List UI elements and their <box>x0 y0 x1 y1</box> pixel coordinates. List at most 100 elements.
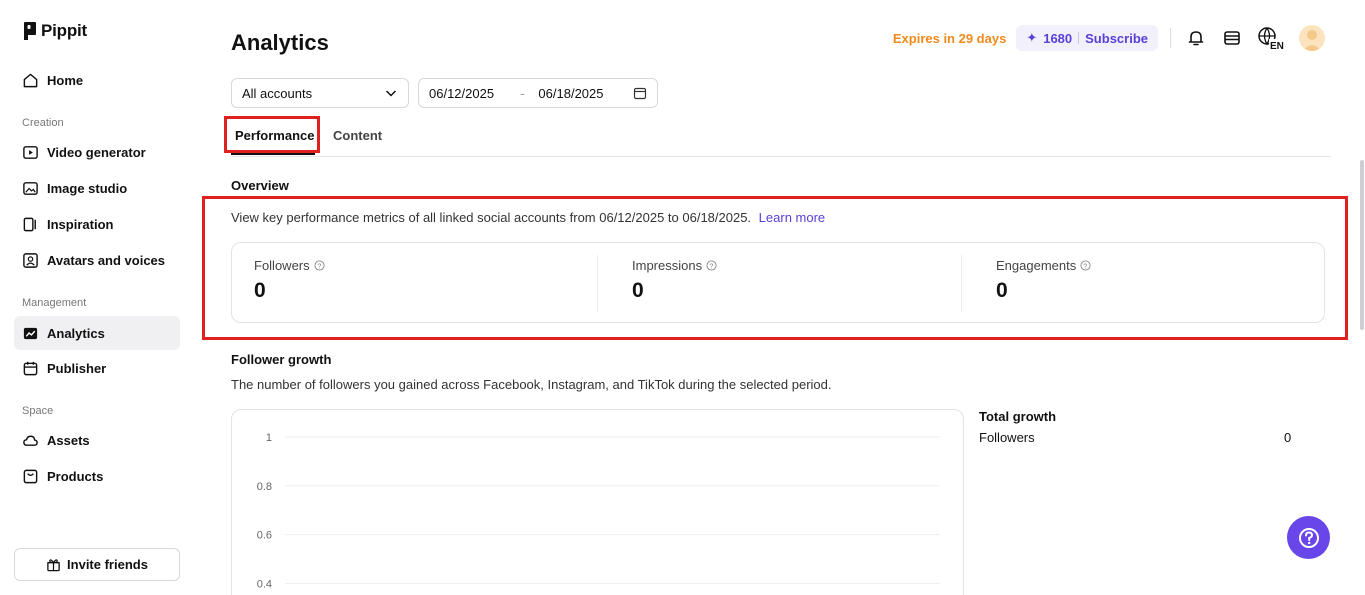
page-title: Analytics <box>231 30 329 55</box>
y-tick-label: 0.4 <box>257 578 272 590</box>
sidebar-item-label: Video generator <box>47 144 146 160</box>
metric-value: 0 <box>632 279 644 302</box>
chevron-down-icon <box>385 90 397 97</box>
sidebar-item-image-studio[interactable]: Image studio <box>14 171 180 205</box>
invite-friends-label: Invite friends <box>67 557 148 572</box>
gift-icon <box>47 559 60 572</box>
credits-badge[interactable]: ✦ 1680 Subscribe <box>1016 25 1158 51</box>
cloud-icon <box>23 435 38 446</box>
active-tab-indicator <box>231 153 315 155</box>
sidebar-item-label: Home <box>47 72 84 88</box>
start-date[interactable]: 06/12/2025 <box>429 86 494 101</box>
language-code: EN <box>1270 41 1284 50</box>
sidebar-item-assets[interactable]: Assets <box>14 423 180 457</box>
account-select-value: All accounts <box>242 85 313 101</box>
pippit-logo[interactable]: Pippit <box>23 21 87 41</box>
language-globe-icon[interactable]: EN <box>1257 27 1285 50</box>
app-name: Pippit <box>41 21 88 40</box>
highlight-box-tab <box>224 116 320 153</box>
sidebar-item-label: Analytics <box>47 325 105 341</box>
sidebar-item-label: Avatars and voices <box>47 252 166 268</box>
home-icon <box>23 73 38 87</box>
expiry-notice[interactable]: Expires in 29 days <box>893 31 1006 46</box>
bag-icon <box>23 469 38 483</box>
help-circle-icon[interactable]: ? <box>314 260 325 271</box>
pippit-logo-icon <box>24 22 36 40</box>
question-icon <box>1298 527 1319 548</box>
follower-growth-description: The number of followers you gained acros… <box>231 377 832 392</box>
metric-value: 0 <box>996 279 1008 302</box>
sidebar-item-label: Image studio <box>47 180 128 196</box>
overview-description: View key performance metrics of all link… <box>231 210 825 225</box>
credits-divider <box>1078 32 1080 44</box>
svg-text:?: ? <box>709 261 713 270</box>
subscribe-link[interactable]: Subscribe <box>1085 31 1148 46</box>
follower-growth-chart: 1 0.8 0.6 0.4 <box>231 409 964 595</box>
calendar-icon[interactable] <box>633 86 647 100</box>
sidebar-item-avatars-voices[interactable]: Avatars and voices <box>14 243 180 277</box>
help-circle-icon[interactable]: ? <box>1080 260 1091 271</box>
invite-friends-button[interactable]: Invite friends <box>14 548 180 581</box>
learn-more-link[interactable]: Learn more <box>759 210 825 225</box>
tab-bar: Performance Content <box>231 120 1331 157</box>
sidebar-item-products[interactable]: Products <box>14 459 180 493</box>
section-label-management: Management <box>22 297 87 309</box>
metric-label-text: Followers <box>254 258 310 273</box>
date-range-picker[interactable]: 06/12/2025 - 06/18/2025 <box>418 78 658 108</box>
sparkle-icon: ✦ <box>1026 30 1038 45</box>
account-select[interactable]: All accounts <box>231 78 409 108</box>
metric-label: Followers ? <box>254 258 325 273</box>
topbar-divider <box>1170 28 1171 48</box>
metric-divider <box>597 255 598 312</box>
user-avatar[interactable] <box>1299 25 1325 51</box>
metric-label: Engagements ? <box>996 258 1091 273</box>
y-tick-label: 0.6 <box>257 530 272 542</box>
calendar-icon <box>23 361 38 375</box>
sidebar-item-label: Assets <box>47 432 90 448</box>
sidebar-item-inspiration[interactable]: Inspiration <box>14 207 180 241</box>
svg-text:?: ? <box>1084 261 1088 270</box>
total-growth-followers-label: Followers <box>979 430 1035 445</box>
analytics-icon <box>23 327 38 339</box>
y-tick-label: 0.8 <box>257 481 272 493</box>
metric-followers: Followers ? 0 <box>254 258 325 303</box>
sidebar-item-video-generator[interactable]: Video generator <box>14 135 180 169</box>
svg-text:?: ? <box>317 261 321 270</box>
tab-content[interactable]: Content <box>333 128 382 143</box>
sidebar-item-label: Publisher <box>47 360 107 376</box>
overview-description-text: View key performance metrics of all link… <box>231 210 752 225</box>
sidebar-item-label: Products <box>47 468 104 484</box>
avatar-icon <box>23 252 38 268</box>
metric-engagements: Engagements ? 0 <box>996 258 1091 303</box>
sidebar: Pippit Home Creation Video generator Ima… <box>0 0 196 595</box>
wallet-icon[interactable] <box>1221 27 1243 49</box>
sidebar-item-publisher[interactable]: Publisher <box>14 351 180 385</box>
metric-divider <box>961 255 962 312</box>
overview-heading: Overview <box>231 178 289 193</box>
follower-growth-heading: Follower growth <box>231 352 332 367</box>
sidebar-item-home[interactable]: Home <box>14 63 180 97</box>
inspiration-icon <box>23 217 36 231</box>
credits-count: 1680 <box>1043 30 1073 46</box>
metric-impressions: Impressions ? 0 <box>632 258 717 303</box>
section-label-space: Space <box>22 405 54 417</box>
image-icon <box>23 181 38 195</box>
sidebar-item-analytics[interactable]: Analytics <box>14 316 180 350</box>
metric-value: 0 <box>254 279 266 302</box>
section-label-creation: Creation <box>22 117 64 129</box>
page-scrollbar[interactable] <box>1360 160 1364 330</box>
metric-label-text: Impressions <box>632 258 703 273</box>
metric-label-text: Engagements <box>996 258 1077 273</box>
total-growth-title: Total growth <box>979 409 1057 424</box>
end-date[interactable]: 06/18/2025 <box>538 86 603 101</box>
top-bar: Expires in 29 days ✦ 1680 Subscribe EN <box>893 25 1325 51</box>
chart-svg: 1 0.8 0.6 0.4 <box>257 432 940 590</box>
help-circle-icon[interactable]: ? <box>706 260 717 271</box>
metric-label: Impressions ? <box>632 258 717 273</box>
total-growth-followers-value: 0 <box>1284 430 1292 445</box>
video-icon <box>23 145 38 159</box>
bell-icon[interactable] <box>1185 27 1207 49</box>
help-button[interactable] <box>1287 516 1330 559</box>
metrics-card: Followers ? 0 Impressions ? 0 Engagement… <box>231 242 1325 323</box>
sidebar-item-label: Inspiration <box>47 216 114 232</box>
